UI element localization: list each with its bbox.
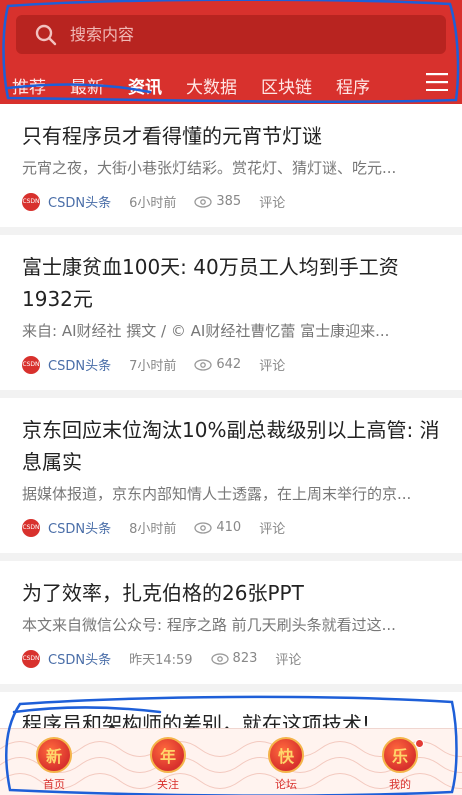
menu-icon[interactable] [426, 73, 448, 91]
csdn-logo-icon: CSDN [22, 192, 40, 211]
comment-link[interactable]: 评论 [259, 518, 285, 537]
article-meta: CSDN CSDN头条 6小时前 385 评论 [22, 192, 442, 211]
article-views: 385 [194, 194, 241, 209]
article-time: 6小时前 [129, 196, 177, 211]
tab-programming[interactable]: 程序 [336, 73, 370, 98]
comment-link[interactable]: 评论 [275, 649, 301, 668]
nav-home[interactable]: 新 首页 [24, 737, 84, 795]
lantern-icon: 乐 [382, 737, 418, 773]
article-card[interactable]: 为了效率，扎克伯格的26张PPT 本文来自微信公众号: 程序之路 前几天刷头条就… [0, 561, 462, 692]
eye-icon [194, 195, 213, 208]
article-summary: 据媒体报道，京东内部知情人士透露，在上周末举行的京... [22, 485, 412, 503]
search-bar[interactable] [16, 15, 446, 54]
top-header: 推荐 最新 资讯 大数据 区块链 程序 [0, 0, 462, 106]
article-views: 823 [210, 651, 258, 666]
article-title: 富士康贫血100天: 40万员工人均到手工资1932元 [22, 255, 399, 311]
article-card[interactable]: 京东回应末位淘汰10%副总裁级别以上高管: 消息属实 据媒体报道，京东内部知情人… [0, 398, 462, 561]
view-count: 823 [232, 651, 258, 666]
lantern-icon: 新 [36, 737, 72, 773]
csdn-logo-icon: CSDN [22, 355, 40, 374]
nav-label: 论坛 [275, 778, 297, 791]
comment-link[interactable]: 评论 [259, 192, 285, 211]
article-meta: CSDN CSDN头条 8小时前 410 评论 [22, 518, 442, 537]
article-source[interactable]: CSDN头条 [48, 518, 111, 537]
nav-label: 首页 [43, 778, 65, 791]
search-icon [35, 24, 57, 45]
article-time: 7小时前 [129, 359, 177, 374]
article-time: 昨天14:59 [129, 653, 193, 668]
view-count: 385 [216, 194, 242, 209]
csdn-logo-icon: CSDN [22, 649, 40, 668]
tab-news[interactable]: 资讯 [128, 73, 162, 106]
article-views: 642 [194, 357, 241, 372]
tab-recommend[interactable]: 推荐 [12, 73, 46, 98]
article-source[interactable]: CSDN头条 [48, 649, 111, 668]
nav-label: 我的 [389, 778, 411, 791]
eye-icon [194, 358, 213, 371]
lantern-icon: 年 [150, 737, 186, 773]
csdn-logo-icon: CSDN [22, 518, 40, 537]
article-card[interactable]: 富士康贫血100天: 40万员工人均到手工资1932元 来自: AI财经社 撰文… [0, 235, 462, 398]
nav-follow[interactable]: 年 关注 [138, 737, 198, 795]
article-summary: 元宵之夜，大街小巷张灯结彩。赏花灯、猜灯谜、吃元... [22, 159, 397, 177]
bottom-navigation: 新 首页 年 关注 快 论坛 乐 我的 [0, 728, 462, 795]
eye-icon [194, 521, 213, 534]
eye-icon [210, 652, 229, 665]
nav-profile[interactable]: 乐 我的 [370, 737, 430, 795]
article-card[interactable]: 只有程序员才看得懂的元宵节灯谜 元宵之夜，大街小巷张灯结彩。赏花灯、猜灯谜、吃元… [0, 104, 462, 235]
category-tabs: 推荐 最新 资讯 大数据 区块链 程序 [0, 66, 462, 106]
article-source[interactable]: CSDN头条 [48, 355, 111, 374]
article-time: 8小时前 [129, 522, 177, 537]
article-title: 京东回应末位淘汰10%副总裁级别以上高管: 消息属实 [22, 418, 440, 474]
tab-blockchain[interactable]: 区块链 [261, 73, 312, 98]
lantern-icon: 快 [268, 737, 304, 773]
view-count: 410 [216, 520, 242, 535]
article-summary: 本文来自微信公众号: 程序之路 前几天刷头条就看过这... [22, 616, 396, 634]
tab-latest[interactable]: 最新 [70, 73, 104, 98]
article-meta: CSDN CSDN头条 昨天14:59 823 评论 [22, 649, 442, 668]
article-source[interactable]: CSDN头条 [48, 192, 111, 211]
view-count: 642 [216, 357, 242, 372]
article-title: 为了效率，扎克伯格的26张PPT [22, 581, 304, 605]
article-meta: CSDN CSDN头条 7小时前 642 评论 [22, 355, 442, 374]
article-views: 410 [194, 520, 241, 535]
nav-label: 关注 [157, 778, 179, 791]
nav-forum[interactable]: 快 论坛 [256, 737, 316, 795]
article-title: 只有程序员才看得懂的元宵节灯谜 [22, 124, 322, 148]
article-feed[interactable]: 只有程序员才看得懂的元宵节灯谜 元宵之夜，大街小巷张灯结彩。赏花灯、猜灯谜、吃元… [0, 104, 462, 795]
comment-link[interactable]: 评论 [259, 355, 285, 374]
tab-big-data[interactable]: 大数据 [186, 73, 237, 98]
search-input[interactable] [70, 25, 410, 44]
article-summary: 来自: AI财经社 撰文 / © AI财经社曹忆蕾 富士康迎来... [22, 322, 390, 340]
notification-badge [415, 739, 424, 748]
